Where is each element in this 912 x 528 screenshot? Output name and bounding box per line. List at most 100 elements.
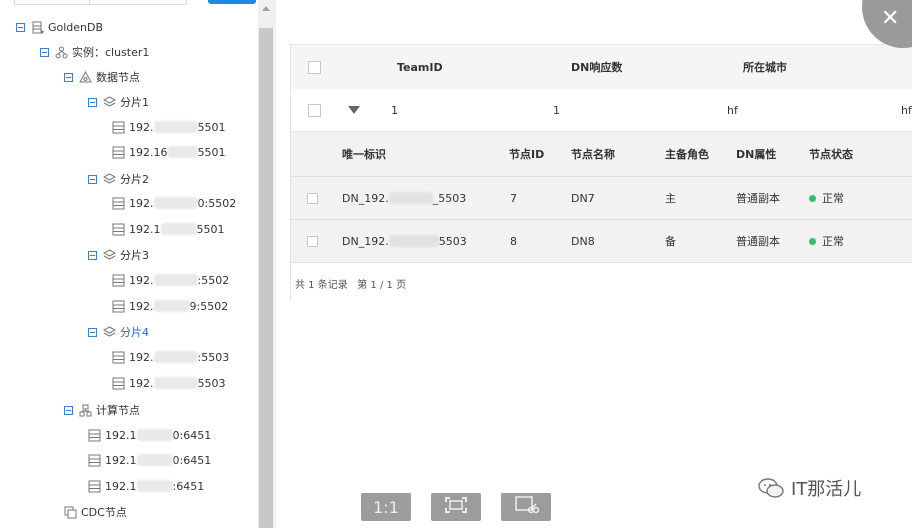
server-icon xyxy=(88,454,101,467)
cell-unique-id: DN_192. _5503 xyxy=(342,177,466,219)
collapse-toggle-icon[interactable] xyxy=(88,174,97,184)
host-prefix: 192. xyxy=(129,120,154,134)
cell-teamid: 1 xyxy=(391,103,398,117)
tree-leaf-host[interactable]: 192. 5501 xyxy=(112,117,226,137)
cell-city: hf xyxy=(727,103,738,117)
close-icon: ✕ xyxy=(881,6,900,31)
team-table: TeamID DN响应数 所在城市 1 1 hf hf 唯一标识 节点ID 节点… xyxy=(290,44,912,303)
collapse-toggle-icon[interactable] xyxy=(16,22,25,32)
status-label: 正常 xyxy=(822,192,844,205)
collapse-toggle-icon[interactable] xyxy=(88,327,97,337)
row-checkbox[interactable] xyxy=(308,89,321,131)
actual-size-button[interactable]: 1:1 xyxy=(361,493,411,521)
tree-leaf-host[interactable]: 192.:5503 xyxy=(112,347,229,367)
tree-leaf-host[interactable]: 192.1 5501 xyxy=(112,219,225,239)
sub-header-unique-id[interactable]: 唯一标识 xyxy=(342,132,386,176)
fit-screen-icon xyxy=(444,496,468,518)
scroll-up-arrow-icon[interactable] xyxy=(262,6,270,11)
redacted-blur xyxy=(136,480,173,492)
redacted-blur xyxy=(160,223,197,235)
redacted-blur xyxy=(153,121,198,133)
watermark: IT那活儿 xyxy=(757,476,861,500)
id-suffix: 5503 xyxy=(438,234,467,248)
screenshot-scissors-icon xyxy=(513,495,540,519)
cell-role: 备 xyxy=(665,235,676,248)
host-suffix: :5502 xyxy=(197,273,230,287)
host-prefix: 192. xyxy=(129,273,154,287)
tree-node-root[interactable]: GoldenDB xyxy=(16,17,103,37)
collapse-toggle-icon[interactable] xyxy=(40,47,49,57)
scrollbar-thumb[interactable] xyxy=(259,28,273,528)
host-prefix: 192. xyxy=(129,299,154,313)
sub-row-checkbox[interactable] xyxy=(307,177,318,219)
sub-table-row[interactable]: DN_192. 5503 8 DN8 备 普通副本 正常 xyxy=(291,220,912,263)
fit-screen-button[interactable] xyxy=(431,493,481,521)
tree-leaf-host[interactable]: 192. 0:5502 xyxy=(112,193,236,213)
server-icon xyxy=(88,429,101,442)
server-icon xyxy=(112,300,125,313)
redacted-blur xyxy=(153,197,198,209)
tree-leaf-host[interactable]: 192. 5503 xyxy=(112,373,226,393)
collapse-toggle-icon[interactable] xyxy=(88,97,97,107)
watermark-text: IT那活儿 xyxy=(791,479,862,500)
tree-node-shard-4[interactable]: 分片4 xyxy=(88,322,149,342)
cell-city-overflow: hf xyxy=(901,103,912,117)
tree-node-cdc-nodes[interactable]: CDC节点 xyxy=(64,502,127,522)
column-header-city[interactable]: 所在城市 xyxy=(743,45,787,89)
sub-row-checkbox[interactable] xyxy=(307,220,318,262)
tree-node-label: 计算节点 xyxy=(96,404,140,417)
tree-node-label: 实例：cluster1 xyxy=(72,46,150,59)
collapse-toggle-icon[interactable] xyxy=(88,250,97,260)
column-header-dn-count[interactable]: DN响应数 xyxy=(571,45,622,89)
tree-leaf-host[interactable]: 192.16 5501 xyxy=(112,142,226,162)
tree-node-data-nodes[interactable]: 数据节点 xyxy=(64,67,140,87)
compute-nodes-icon xyxy=(79,404,92,417)
cell-node-id: 8 xyxy=(510,234,517,248)
tree-panel: GoldenDB 实例：cluster1 数据节点 分片1 192. 5501 1… xyxy=(0,0,258,528)
screenshot-button[interactable] xyxy=(501,493,551,521)
cell-unique-id: DN_192. 5503 xyxy=(342,220,467,262)
tree-node-shard-1[interactable]: 分片1 xyxy=(88,92,149,112)
sub-header-role[interactable]: 主备角色 xyxy=(665,132,709,176)
cell-status: 正常 xyxy=(809,177,844,219)
column-header-teamid[interactable]: TeamID xyxy=(397,45,443,89)
copy-icon xyxy=(64,506,77,519)
sub-header-node-id[interactable]: 节点ID xyxy=(509,132,544,176)
filter-box-edge[interactable] xyxy=(89,0,187,5)
search-button-edge[interactable] xyxy=(208,0,256,4)
tree-node-shard-2[interactable]: 分片2 xyxy=(88,169,149,189)
host-suffix: 5501 xyxy=(197,145,226,159)
tree-scrollbar[interactable] xyxy=(258,0,274,528)
host-suffix: :6451 xyxy=(172,479,205,493)
sub-header-node-name[interactable]: 节点名称 xyxy=(571,132,615,176)
status-label: 正常 xyxy=(822,235,844,248)
redacted-blur xyxy=(136,429,173,441)
tree-node-compute-nodes[interactable]: 计算节点 xyxy=(64,400,140,420)
status-ok-dot-icon xyxy=(809,237,816,245)
sub-table-row[interactable]: DN_192. _5503 7 DN7 主 普通副本 正常 xyxy=(291,177,912,220)
layers-icon xyxy=(103,325,116,339)
tree-leaf-host[interactable]: 192.1:6451 xyxy=(88,476,204,496)
search-box-edge[interactable] xyxy=(14,0,91,5)
tree-leaf-host[interactable]: 192.1 0:6451 xyxy=(88,425,211,445)
host-prefix: 192. xyxy=(129,376,154,390)
collapse-toggle-icon[interactable] xyxy=(64,72,73,82)
tree-leaf-host[interactable]: 192.1 0:6451 xyxy=(88,450,211,470)
tree-node-shard-3[interactable]: 分片3 xyxy=(88,245,149,265)
redacted-blur xyxy=(388,192,433,204)
host-suffix: :5503 xyxy=(197,350,230,364)
table-row[interactable]: 1 1 hf hf xyxy=(291,89,912,132)
select-all-checkbox[interactable] xyxy=(308,45,321,89)
server-icon xyxy=(112,377,125,390)
tree-node-label: 分片2 xyxy=(120,173,149,186)
tree-node-label: 分片1 xyxy=(120,96,149,109)
sub-header-status[interactable]: 节点状态 xyxy=(809,132,853,176)
tree-node-instance[interactable]: 实例：cluster1 xyxy=(40,42,149,62)
redacted-blur xyxy=(167,146,198,158)
tree-leaf-host[interactable]: 192. 9:5502 xyxy=(112,296,228,316)
collapse-toggle-icon[interactable] xyxy=(64,405,73,415)
sub-header-dn-attr[interactable]: DN属性 xyxy=(736,132,776,176)
tree-node-label: 分片4 xyxy=(120,326,149,339)
expand-row-triangle-icon[interactable] xyxy=(348,89,360,131)
tree-leaf-host[interactable]: 192. :5502 xyxy=(112,270,229,290)
